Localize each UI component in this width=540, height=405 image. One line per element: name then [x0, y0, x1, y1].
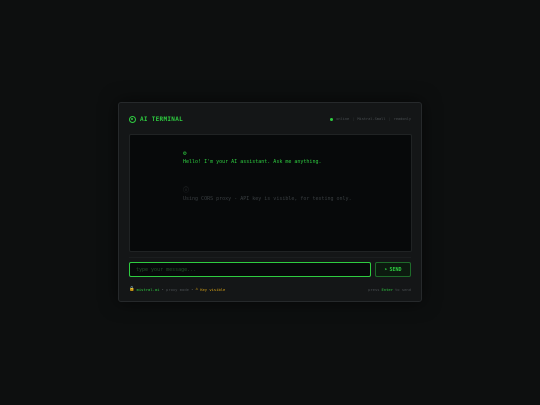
footer-hint: press Enter to send: [368, 287, 411, 292]
message-input[interactable]: [129, 262, 371, 277]
message-text: Using CORS proxy - API key is visible, f…: [183, 196, 352, 202]
app-title: AI TERMINAL: [140, 115, 184, 123]
divider: [129, 257, 411, 258]
online-dot-icon: [330, 117, 334, 121]
status-model: Mistral-Small: [357, 117, 386, 121]
send-button[interactable]: ➤ SEND: [375, 262, 411, 277]
message-text: Hello! I'm your AI assistant. Ask me any…: [183, 159, 322, 165]
footer-proxy-note: • proxy mode •: [161, 287, 194, 292]
info-icon: ⓘ: [183, 187, 190, 194]
send-icon: ➤: [384, 266, 388, 273]
terminal-logo-icon: [129, 115, 136, 123]
footer-left: 🔒 mistral.ai • proxy mode • ⚠ Key visibl…: [129, 287, 225, 292]
enter-key-hint: Enter: [381, 287, 393, 292]
status-online: online: [336, 117, 350, 121]
chat-log[interactable]: ⚙ Hello! I'm your AI assistant. Ask me a…: [129, 134, 412, 252]
status-mode: readonly: [393, 117, 411, 121]
footer-domain: mistral.ai: [136, 287, 160, 292]
send-label: SEND: [389, 266, 402, 273]
ai-avatar-icon: ⚙: [183, 150, 187, 157]
brand: AI TERMINAL: [129, 115, 184, 123]
header: AI TERMINAL online | Mistral-Small | rea…: [129, 112, 411, 126]
footer-warning: Key visible: [200, 287, 226, 292]
status-bar: online | Mistral-Small | readonly: [330, 117, 411, 121]
message-system: ⓘ Using CORS proxy - API key is visible,…: [183, 187, 352, 203]
message-ai: ⚙ Hello! I'm your AI assistant. Ask me a…: [183, 150, 322, 166]
composer: ➤ SEND: [129, 262, 411, 277]
footer: 🔒 mistral.ai • proxy mode • ⚠ Key visibl…: [129, 287, 411, 292]
lock-icon: 🔒: [129, 287, 135, 292]
warning-icon: ⚠: [195, 287, 199, 292]
terminal-window: AI TERMINAL online | Mistral-Small | rea…: [118, 102, 422, 302]
